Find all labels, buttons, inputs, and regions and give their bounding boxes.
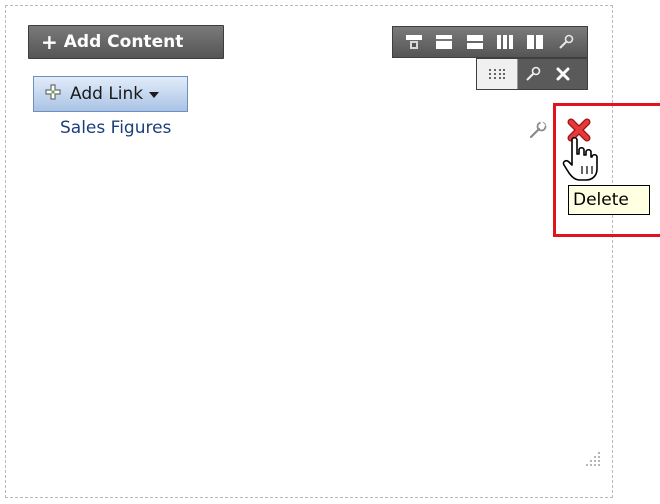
move-layout-icon[interactable] bbox=[404, 33, 424, 51]
page-canvas: + Add Content Add Link Sales Figures Del… bbox=[0, 0, 660, 504]
drag-handle-icon[interactable] bbox=[477, 59, 518, 89]
add-content-label: Add Content bbox=[63, 32, 184, 52]
three-column-icon[interactable] bbox=[495, 33, 515, 51]
layout-toolbar bbox=[392, 26, 588, 58]
resize-grip-icon[interactable] bbox=[582, 448, 602, 468]
add-link-plus-icon bbox=[44, 83, 62, 106]
two-column-icon[interactable] bbox=[525, 33, 545, 51]
close-icon[interactable] bbox=[548, 60, 578, 88]
region-wrench-icon[interactable] bbox=[518, 60, 548, 88]
wrench-icon[interactable] bbox=[556, 33, 576, 51]
add-link-label: Add Link bbox=[70, 84, 144, 104]
chevron-down-icon bbox=[149, 87, 160, 101]
region-toolbar bbox=[476, 58, 588, 90]
link-sales-figures[interactable]: Sales Figures bbox=[60, 118, 171, 138]
edit-link-wrench-icon[interactable] bbox=[528, 120, 548, 140]
add-link-button[interactable]: Add Link bbox=[33, 76, 188, 112]
two-row-icon[interactable] bbox=[465, 33, 485, 51]
plus-icon: + bbox=[41, 30, 58, 54]
add-content-button[interactable]: + Add Content bbox=[28, 25, 224, 59]
single-column-icon[interactable] bbox=[434, 33, 454, 51]
highlight-box bbox=[553, 103, 660, 237]
